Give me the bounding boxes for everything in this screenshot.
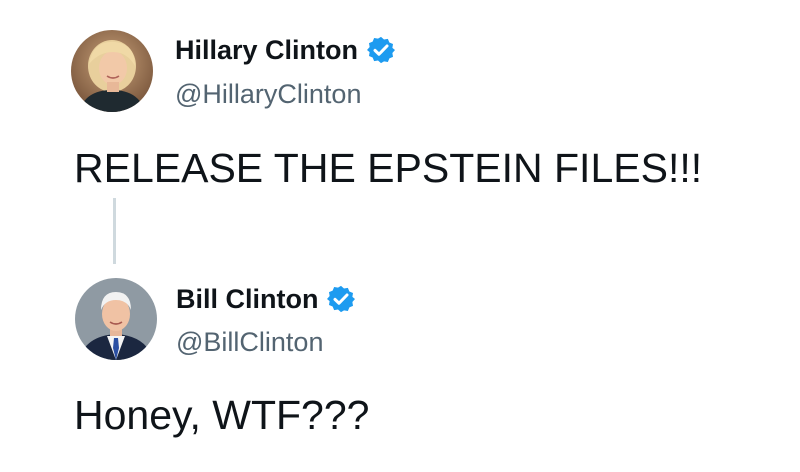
name-row: Bill Clinton xyxy=(176,282,356,316)
profile-photo-man-suit-icon xyxy=(75,278,157,360)
verified-badge-icon xyxy=(327,285,356,313)
display-name[interactable]: Hillary Clinton xyxy=(175,33,358,67)
display-name[interactable]: Bill Clinton xyxy=(176,282,318,316)
verified-badge-icon xyxy=(367,36,396,64)
profile-photo-woman-icon xyxy=(71,30,153,112)
avatar[interactable] xyxy=(75,278,157,360)
tweet-text: Honey, WTF??? xyxy=(74,392,370,438)
handle[interactable]: @BillClinton xyxy=(176,325,323,359)
name-row: Hillary Clinton xyxy=(175,33,396,67)
avatar[interactable] xyxy=(71,30,153,112)
handle[interactable]: @HillaryClinton xyxy=(175,77,361,111)
thread-connector-line xyxy=(113,198,116,264)
tweet-text: RELEASE THE EPSTEIN FILES!!! xyxy=(74,145,703,191)
